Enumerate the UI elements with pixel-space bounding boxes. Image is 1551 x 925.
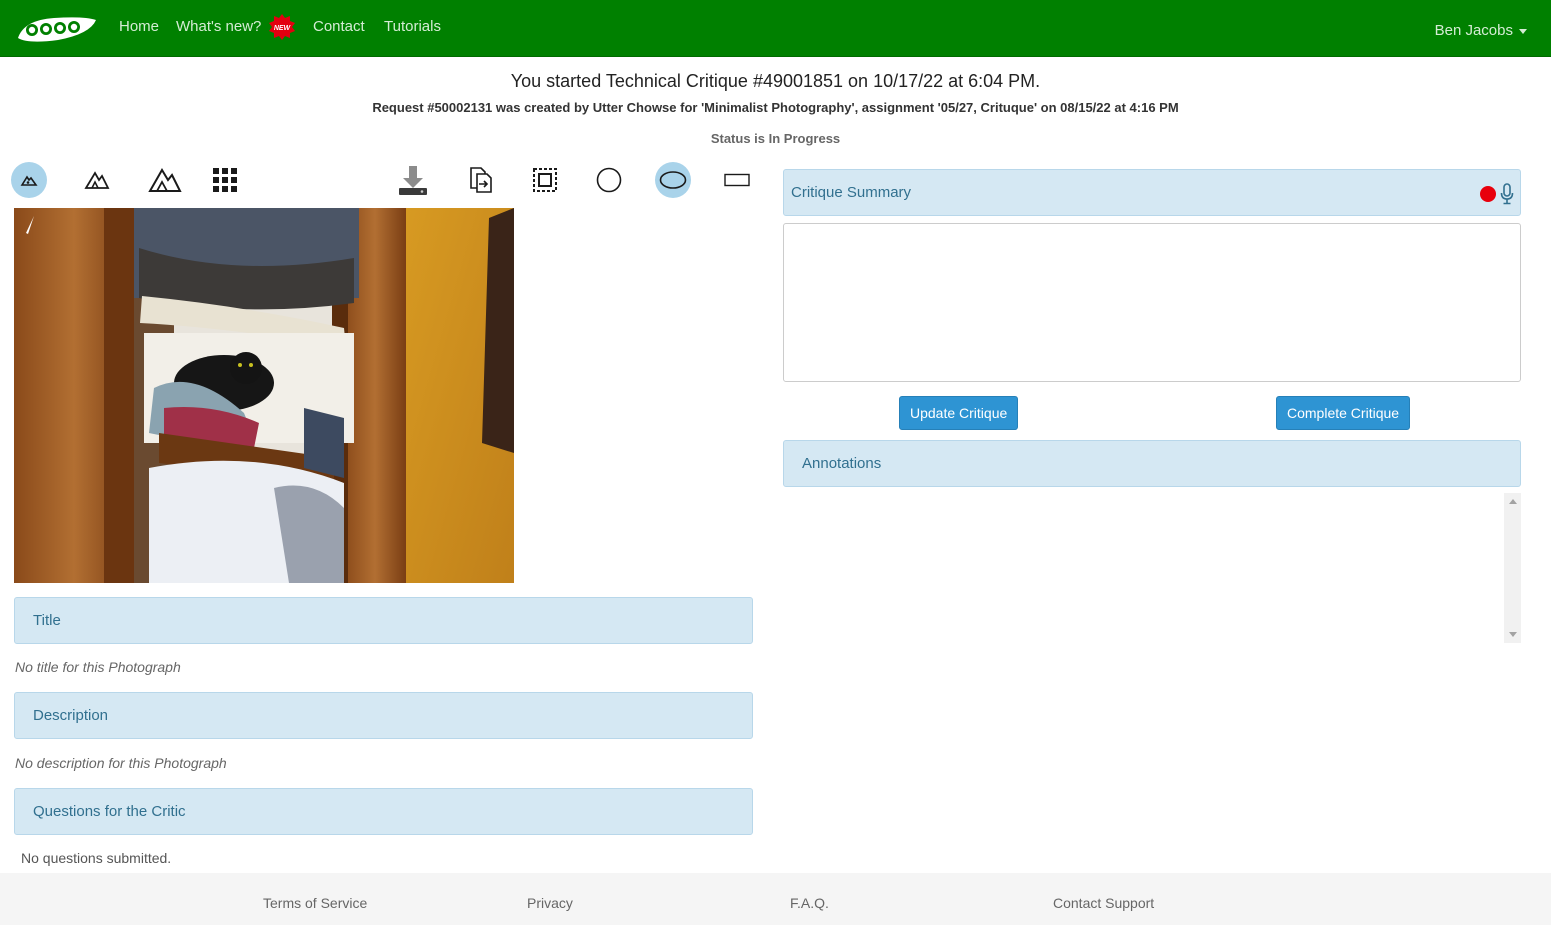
download-icon [399, 166, 427, 195]
scroll-down-arrow-icon[interactable] [1509, 632, 1517, 637]
footer-faq-link[interactable]: F.A.Q. [790, 895, 829, 911]
user-name: Ben Jacobs [1434, 22, 1513, 39]
crop-select-icon [533, 168, 557, 192]
title-panel-label: Title [33, 612, 61, 629]
critique-summary-label: Critique Summary [791, 184, 912, 201]
page-footer: Terms of Service Privacy F.A.Q. Contact … [0, 873, 1551, 925]
annotations-scrollbar[interactable] [1504, 493, 1521, 643]
ellipse-tool-button[interactable] [655, 162, 691, 198]
request-info: Request #50002131 was created by Utter C… [372, 100, 1179, 115]
caret-down-icon [1519, 28, 1527, 34]
top-navbar: Home What's new? NEW Contact Tutorials B… [0, 0, 1551, 57]
footer-support-link[interactable]: Contact Support [1053, 895, 1154, 911]
footer-privacy-link[interactable]: Privacy [527, 895, 573, 911]
ellipse-tool-icon [659, 171, 687, 189]
export-button[interactable] [463, 162, 499, 198]
export-icon [470, 167, 492, 193]
new-badge-text: NEW [274, 25, 292, 32]
site-logo[interactable] [14, 14, 98, 44]
grid-icon [213, 168, 237, 192]
annotations-panel-header: Annotations [783, 440, 1521, 487]
circle-tool-button[interactable] [591, 162, 627, 198]
footer-terms-link[interactable]: Terms of Service [263, 895, 367, 911]
user-menu[interactable]: Ben Jacobs [1435, 22, 1527, 39]
annotations-panel-label: Annotations [802, 455, 882, 472]
critique-summary-header: Critique Summary [783, 169, 1521, 216]
annotations-list[interactable] [783, 493, 1521, 643]
new-badge: NEW [269, 14, 295, 40]
record-icon[interactable] [1480, 186, 1496, 202]
photograph-image [14, 208, 514, 583]
title-value: No title for this Photograph [15, 659, 181, 675]
scroll-up-arrow-icon[interactable] [1509, 499, 1517, 504]
large-mountain-icon [148, 168, 182, 192]
small-mountain-icon [20, 175, 38, 186]
large-mountain-tool-button[interactable] [147, 162, 183, 198]
title-panel-header: Title [14, 597, 753, 644]
rectangle-tool-button[interactable] [719, 162, 755, 198]
download-button[interactable] [395, 162, 431, 198]
crop-select-button[interactable] [527, 162, 563, 198]
update-critique-button[interactable]: Update Critique [899, 396, 1019, 430]
circle-tool-icon [596, 167, 622, 193]
page-title: You started Technical Critique #49001851… [510, 71, 1041, 91]
grid-tool-button[interactable] [207, 162, 243, 198]
nav-tutorials-link[interactable]: Tutorials [384, 18, 441, 35]
description-panel-header: Description [14, 692, 753, 739]
description-value: No description for this Photograph [15, 755, 227, 771]
nav-whats-new-link[interactable]: What's new? [176, 18, 261, 35]
rectangle-tool-icon [724, 173, 750, 187]
questions-panel-header: Questions for the Critic [14, 788, 753, 835]
status-text: Status is In Progress [710, 131, 841, 146]
critique-summary-input[interactable] [783, 223, 1521, 382]
questions-panel-label: Questions for the Critic [33, 803, 186, 820]
photo-canvas[interactable] [14, 208, 514, 583]
microphone-icon[interactable] [1500, 183, 1514, 205]
small-mountain-tool-button[interactable] [11, 162, 47, 198]
nav-home-link[interactable]: Home [119, 18, 159, 35]
medium-mountain-icon [84, 171, 110, 189]
medium-mountain-tool-button[interactable] [79, 162, 115, 198]
description-panel-label: Description [33, 707, 109, 724]
complete-critique-button[interactable]: Complete Critique [1276, 396, 1411, 430]
questions-value: No questions submitted. [21, 850, 172, 866]
critique-voice-controls [1480, 183, 1514, 205]
nav-contact-link[interactable]: Contact [313, 18, 365, 35]
